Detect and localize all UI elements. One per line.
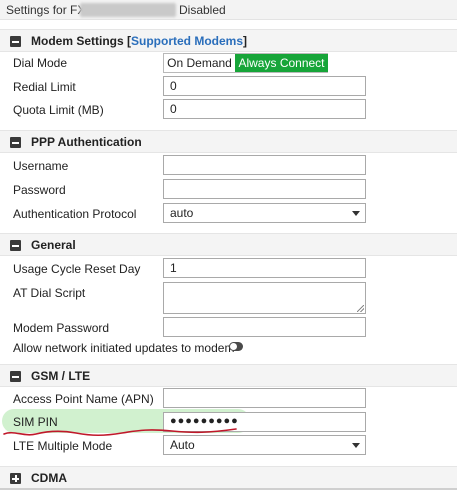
lte-mode-label: LTE Multiple Mode	[13, 439, 113, 453]
usage-cycle-label: Usage Cycle Reset Day	[13, 262, 141, 276]
section-header-gsm-lte[interactable]: GSM / LTE	[0, 364, 457, 387]
section-title-gsm-lte: GSM / LTE	[31, 369, 91, 383]
dial-mode-option-always-connect[interactable]: Always Connect	[235, 54, 328, 72]
lte-mode-value: Auto	[170, 438, 195, 452]
collapse-minus-icon[interactable]	[10, 240, 21, 251]
dial-mode-toggle[interactable]: On Demand Always Connect	[163, 53, 328, 73]
window-title-prefix: Settings for FX	[6, 3, 86, 17]
section-title-ppp-authentication: PPP Authentication	[31, 135, 142, 149]
username-label: Username	[13, 159, 69, 173]
supported-modems-link[interactable]: Supported Modems	[131, 34, 243, 48]
quota-limit-input[interactable]: 0	[163, 99, 366, 119]
lte-mode-select[interactable]: Auto	[163, 435, 366, 455]
collapse-minus-icon[interactable]	[10, 137, 21, 148]
window-title-status: Disabled	[179, 3, 226, 17]
section-title-modem-settings: Modem Settings [Supported Modems]	[31, 34, 248, 48]
auth-protocol-select[interactable]: auto	[163, 203, 366, 223]
modem-password-input[interactable]	[163, 317, 366, 337]
apn-input[interactable]	[163, 388, 366, 408]
section-title-cdma: CDMA	[31, 471, 67, 485]
collapse-minus-icon[interactable]	[10, 371, 21, 382]
password-label: Password	[13, 183, 66, 197]
dial-mode-label: Dial Mode	[13, 56, 68, 70]
section-title-general: General	[31, 238, 76, 252]
quota-limit-label: Quota Limit (MB)	[13, 103, 104, 117]
dial-mode-option-on-demand[interactable]: On Demand	[164, 54, 235, 72]
collapse-minus-icon[interactable]	[10, 36, 21, 47]
allow-network-updates-label: Allow network initiated updates to modem	[13, 341, 235, 355]
caret-down-icon	[352, 443, 360, 448]
apn-label: Access Point Name (APN)	[13, 392, 154, 406]
auth-protocol-value: auto	[170, 206, 194, 220]
expand-plus-icon[interactable]	[10, 473, 21, 484]
caret-down-icon	[352, 211, 360, 216]
usage-cycle-input[interactable]: 1	[163, 258, 366, 278]
password-input[interactable]	[163, 179, 366, 199]
window-title-bar: Settings for FX Disabled	[0, 0, 457, 20]
at-dial-script-textarea[interactable]	[163, 282, 366, 314]
allow-network-updates-toggle[interactable]	[229, 342, 243, 351]
username-input[interactable]	[163, 155, 366, 175]
modem-password-label: Modem Password	[13, 321, 110, 335]
section-header-ppp-authentication[interactable]: PPP Authentication	[0, 130, 457, 153]
redial-limit-label: Redial Limit	[13, 80, 76, 94]
redial-limit-input[interactable]: 0	[163, 76, 366, 96]
section-header-general[interactable]: General	[0, 233, 457, 256]
resize-grip-icon[interactable]	[357, 305, 364, 312]
auth-protocol-label: Authentication Protocol	[13, 207, 137, 221]
section-header-cdma[interactable]: CDMA	[0, 466, 457, 489]
at-dial-script-label: AT Dial Script	[13, 286, 86, 300]
redacted-device-name	[80, 3, 176, 17]
section-header-modem-settings[interactable]: Modem Settings [Supported Modems]	[0, 29, 457, 52]
